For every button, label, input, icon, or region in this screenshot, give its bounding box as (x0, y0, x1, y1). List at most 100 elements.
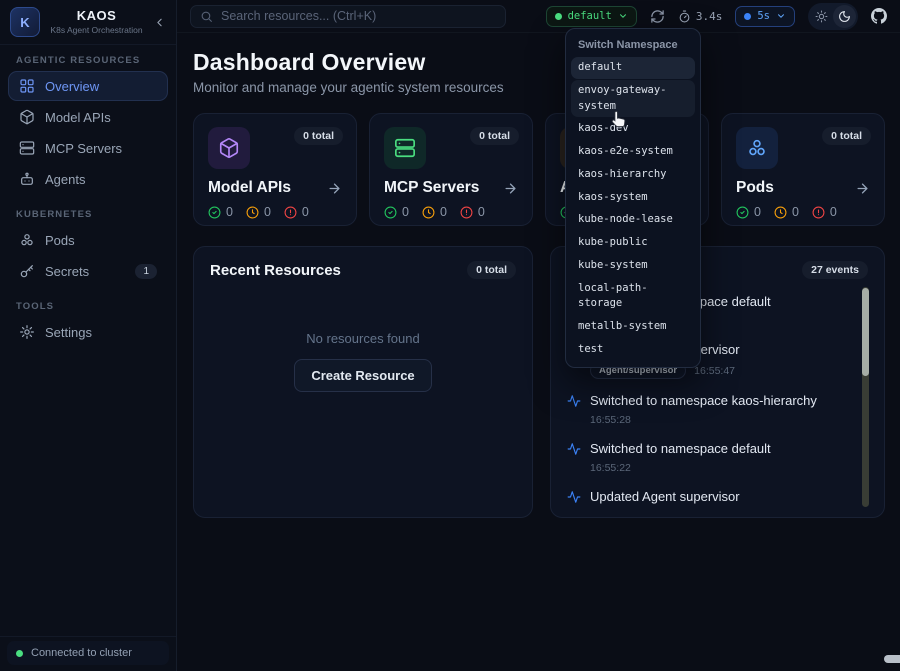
server-icon (394, 137, 416, 159)
refresh-duration: 3.4s (678, 10, 723, 23)
dark-theme-button[interactable] (833, 5, 856, 28)
event-time: 16:55:28 (590, 414, 631, 426)
namespace-option-metallb-system[interactable]: metallb-system (571, 316, 695, 338)
namespace-dropdown-header: Switch Namespace (571, 34, 695, 57)
namespace-option-kaos-dev[interactable]: kaos-dev (571, 118, 695, 140)
grid-icon (19, 78, 35, 94)
chevron-down-icon (776, 11, 786, 21)
create-resource-button[interactable]: Create Resource (294, 359, 431, 392)
page-subtitle: Monitor and manage your agentic system r… (193, 79, 885, 97)
cluster-status: Connected to cluster (7, 641, 169, 665)
app-subtitle: K8s Agent Orchestration (47, 26, 146, 36)
namespace-option-local-path-storage[interactable]: local-path-storage (571, 278, 695, 316)
sidebar-item-overview[interactable]: Overview (8, 71, 168, 101)
empty-message: No resources found (306, 331, 419, 346)
check-circle-icon (736, 206, 749, 219)
cube-icon (218, 137, 240, 159)
sun-icon (815, 10, 828, 23)
sidebar-item-pods[interactable]: Pods (8, 225, 168, 255)
alert-circle-icon (812, 206, 825, 219)
horizontal-scrollbar-sliver[interactable] (884, 655, 900, 663)
activity-icon (567, 394, 581, 427)
sidebar-item-label: Secrets (45, 264, 89, 279)
sidebar-item-label: MCP Servers (45, 141, 122, 156)
pods-tile (736, 127, 778, 169)
github-link[interactable] (871, 8, 887, 24)
sidebar-item-settings[interactable]: Settings (8, 317, 168, 347)
app-logo: K (10, 7, 40, 37)
sidebar-item-label: Overview (45, 79, 99, 94)
sidebar-collapse-button[interactable] (153, 16, 166, 29)
card-pods[interactable]: 0 total Pods 0 0 0 (721, 113, 885, 226)
alert-circle-icon (460, 206, 473, 219)
check-circle-icon (208, 206, 221, 219)
recent-resources-title: Recent Resources (210, 262, 341, 279)
recent-total-badge: 0 total (467, 261, 516, 279)
arrow-right-icon[interactable] (327, 181, 342, 196)
pods-icon (746, 137, 768, 159)
clock-icon (774, 206, 787, 219)
card-model-apis[interactable]: 0 total Model APIs 0 0 0 (193, 113, 357, 226)
sidebar-nav: AGENTIC RESOURCES Overview Model APIs MC… (0, 45, 176, 348)
sidebar-item-model-apis[interactable]: Model APIs (8, 102, 168, 132)
topbar: default 3.4s 5s (177, 0, 900, 33)
total-badge: 0 total (294, 127, 343, 145)
search-input[interactable] (221, 9, 496, 23)
refresh-interval-selector[interactable]: 5s (735, 6, 795, 27)
events-scrollbar[interactable] (862, 287, 869, 507)
server-icon (19, 140, 35, 156)
sidebar-footer: Connected to cluster (0, 636, 176, 671)
robot-icon (19, 171, 35, 187)
clock-icon (422, 206, 435, 219)
stopwatch-icon (678, 10, 691, 23)
sidebar-item-secrets[interactable]: Secrets 1 (8, 256, 168, 286)
sidebar-item-label: Pods (45, 233, 75, 248)
app-titles: KAOS K8s Agent Orchestration (47, 9, 146, 36)
event-item: Updated Agent supervisor (567, 489, 840, 518)
search-icon (200, 10, 213, 23)
namespace-option-kube-public[interactable]: kube-public (571, 232, 695, 254)
app-window: K KAOS K8s Agent Orchestration AGENTIC R… (0, 0, 900, 671)
namespace-option-test[interactable]: test (571, 339, 695, 361)
event-item: Switched to namespace kaos-hierarchy 16:… (567, 393, 840, 427)
card-title: MCP Servers (384, 179, 479, 197)
github-icon (871, 8, 887, 24)
theme-toggle[interactable] (808, 3, 858, 30)
sidebar-item-agents[interactable]: Agents (8, 164, 168, 194)
chevron-down-icon (618, 11, 628, 21)
arrow-right-icon[interactable] (503, 181, 518, 196)
recent-resources-panel: Recent Resources 0 total No resources fo… (193, 246, 533, 518)
namespace-option-kaos-e2e-system[interactable]: kaos-e2e-system (571, 141, 695, 163)
event-title: Switched to namespace kaos-hierarchy (590, 393, 817, 409)
search-box[interactable] (190, 5, 506, 28)
sidebar-item-mcp-servers[interactable]: MCP Servers (8, 133, 168, 163)
status-row: 0 0 0 (736, 205, 870, 219)
light-theme-button[interactable] (810, 5, 833, 28)
section-label-kubernetes: KUBERNETES (16, 209, 160, 220)
clock-icon (246, 206, 259, 219)
mcp-servers-tile (384, 127, 426, 169)
namespace-option-kaos-system[interactable]: kaos-system (571, 187, 695, 209)
events-scrollbar-thumb[interactable] (862, 288, 869, 376)
namespace-dropdown: Switch Namespace default envoy-gateway-s… (565, 28, 701, 368)
namespace-option-kaos-hierarchy[interactable]: kaos-hierarchy (571, 164, 695, 186)
resource-cards-row: 0 total Model APIs 0 0 0 0 tota (193, 113, 885, 226)
moon-icon (838, 10, 851, 23)
arrow-right-icon[interactable] (855, 181, 870, 196)
namespace-selector[interactable]: default (546, 6, 637, 27)
event-time: 16:55:47 (694, 365, 735, 377)
refresh-button[interactable] (650, 9, 665, 24)
namespace-option-kube-system[interactable]: kube-system (571, 255, 695, 277)
connected-status-dot-icon (16, 650, 23, 657)
event-item: Switched to namespace default 16:55:22 (567, 441, 840, 475)
namespace-option-envoy-gateway-system[interactable]: envoy-gateway-system (571, 80, 695, 118)
card-mcp-servers[interactable]: 0 total MCP Servers 0 0 0 (369, 113, 533, 226)
card-title: Model APIs (208, 179, 291, 197)
namespace-option-kube-node-lease[interactable]: kube-node-lease (571, 209, 695, 231)
namespace-option-default[interactable]: default (571, 57, 695, 79)
key-icon (19, 263, 35, 279)
chevron-left-icon (153, 16, 166, 29)
app-title: KAOS (47, 9, 146, 24)
activity-icon (567, 490, 581, 518)
recent-empty-state: No resources found Create Resource (210, 279, 516, 392)
